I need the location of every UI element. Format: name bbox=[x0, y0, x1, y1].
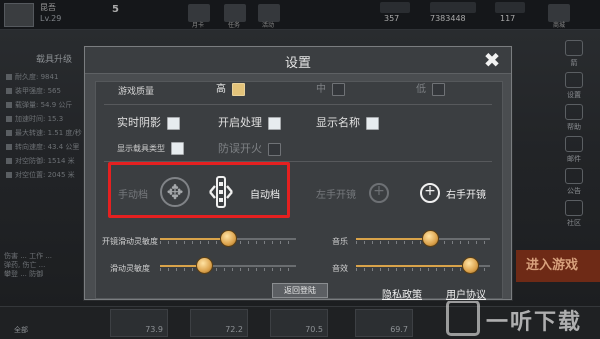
right-menu-mail[interactable]: 邮件 bbox=[554, 136, 594, 164]
stat-turn-speed: 转向速度: 43.4 公里 bbox=[6, 142, 79, 152]
task-label: 任务 bbox=[228, 22, 241, 29]
upgrade-panel-title: 载具升级 bbox=[36, 55, 73, 65]
tank-slot[interactable]: 70.5 bbox=[270, 309, 328, 337]
left-scope-icon[interactable] bbox=[369, 183, 389, 203]
scope-sensitivity-slider[interactable] bbox=[160, 230, 296, 247]
quality-high-option[interactable]: 高 bbox=[216, 80, 245, 96]
stat-armor: 装甲强度: 565 bbox=[6, 86, 61, 96]
left-info-line: 伤害 ... 工作 ... bbox=[4, 252, 53, 260]
user-agreement-link[interactable]: 用户协议 bbox=[446, 286, 486, 301]
slider-knob[interactable] bbox=[195, 257, 213, 274]
player-avatar[interactable] bbox=[4, 3, 34, 27]
slider-knob[interactable] bbox=[461, 257, 479, 274]
music-label: 音乐 bbox=[332, 237, 348, 246]
tank-slot[interactable]: 73.9 bbox=[110, 309, 168, 337]
quality-medium-checkbox[interactable] bbox=[332, 82, 345, 96]
post-processing-checkbox[interactable] bbox=[268, 116, 281, 130]
currency-2-value: 7383448 bbox=[430, 14, 466, 23]
stat-durability: 耐久度: 9841 bbox=[6, 72, 58, 82]
sfx-slider[interactable] bbox=[356, 257, 490, 274]
enter-game-button[interactable]: 进入游戏 bbox=[516, 250, 600, 282]
right-menu-notice[interactable]: 公告 bbox=[554, 168, 594, 196]
post-processing-option[interactable]: 开启处理 bbox=[218, 114, 281, 130]
left-info-line: 弹药, 伤亡 ... bbox=[4, 261, 46, 269]
divider bbox=[104, 104, 492, 105]
help-icon bbox=[565, 104, 583, 120]
currency-3-icon bbox=[495, 2, 525, 13]
mail-icon bbox=[565, 136, 583, 152]
right-scope-icon[interactable] bbox=[420, 183, 440, 203]
left-info: 伤害 ... 工作 ... 弹药, 伤亡 ... 攀登 ... 防御 bbox=[4, 252, 84, 279]
sfx-label: 音效 bbox=[332, 264, 348, 273]
privacy-policy-link[interactable]: 隐私政策 bbox=[382, 286, 422, 301]
notice-icon bbox=[565, 168, 583, 184]
stat-ammo: 载弹量: 54.9 公斤 bbox=[6, 100, 72, 110]
quality-low-checkbox[interactable] bbox=[432, 82, 445, 96]
quality-label: 游戏质量 bbox=[118, 87, 155, 97]
left-scope-label[interactable]: 左手开镜 bbox=[316, 186, 356, 201]
right-menu-item[interactable]: 箭 bbox=[554, 40, 594, 68]
music-slider[interactable] bbox=[356, 230, 490, 247]
right-scope-label[interactable]: 右手开镜 bbox=[446, 186, 486, 201]
realtime-shadow-option[interactable]: 实时阴影 bbox=[117, 114, 180, 130]
tank-slot[interactable]: 69.7 bbox=[355, 309, 413, 337]
tank-slot[interactable]: 72.2 bbox=[190, 309, 248, 337]
close-icon[interactable]: ✖ bbox=[481, 49, 503, 71]
currency-3-value: 117 bbox=[500, 14, 516, 23]
scope-sensitivity-label: 开镜滑动灵敏度 bbox=[102, 237, 158, 246]
watermark-text: 一听下载 bbox=[486, 310, 583, 335]
player-level: Lv.29 bbox=[40, 14, 62, 23]
show-vehicle-type-option[interactable]: 显示载具类型 bbox=[117, 142, 184, 155]
gear-icon bbox=[565, 72, 583, 88]
dialog-header: 设置 ✖ bbox=[85, 47, 511, 74]
anti-misfire-checkbox[interactable] bbox=[268, 142, 281, 156]
currency-1-value: 357 bbox=[384, 14, 400, 23]
slider-knob[interactable] bbox=[421, 230, 439, 247]
watermark-logo-icon bbox=[446, 300, 480, 336]
right-menu-community[interactable]: 社区 bbox=[554, 200, 594, 228]
show-names-checkbox[interactable] bbox=[366, 116, 379, 130]
realtime-shadow-checkbox[interactable] bbox=[167, 116, 180, 130]
anti-misfire-option[interactable]: 防误开火 bbox=[218, 140, 281, 156]
player-name: 昆吾 bbox=[40, 3, 56, 12]
monthly-card-label: 月卡 bbox=[192, 22, 205, 29]
rank-value: 5 bbox=[112, 4, 119, 15]
event-label: 活动 bbox=[262, 22, 275, 29]
highlight-box bbox=[108, 162, 290, 218]
stat-aa-position: 对空位置: 2045 米 bbox=[6, 170, 75, 180]
show-names-option[interactable]: 显示名称 bbox=[316, 114, 379, 130]
slider-knob[interactable] bbox=[220, 230, 237, 247]
quality-medium-option[interactable]: 中 bbox=[316, 80, 345, 96]
currency-1-icon bbox=[380, 2, 410, 13]
quality-high-checkbox[interactable] bbox=[232, 82, 245, 96]
stat-aa-defense: 对空防御: 1514 米 bbox=[6, 156, 75, 166]
right-menu-settings[interactable]: 设置 bbox=[554, 72, 594, 100]
all-tanks-button[interactable]: 全部 bbox=[4, 309, 38, 337]
right-menu-help[interactable]: 帮助 bbox=[554, 104, 594, 132]
slide-sensitivity-slider[interactable] bbox=[160, 257, 296, 274]
currency-2-icon bbox=[430, 2, 476, 13]
community-icon bbox=[565, 200, 583, 216]
dialog-title: 设置 bbox=[284, 56, 311, 71]
slide-sensitivity-label: 滑动灵敏度 bbox=[110, 264, 150, 273]
quality-low-option[interactable]: 低 bbox=[416, 80, 445, 96]
stat-turn-rate: 最大转速: 1.51 度/秒 bbox=[6, 128, 82, 138]
arrow-icon bbox=[565, 40, 583, 56]
left-info-line: 攀登 ... 防御 bbox=[4, 270, 44, 278]
top-bar: 昆吾 Lv.29 5 月卡 任务 活动 357 7383448 117 商城 bbox=[0, 0, 600, 30]
back-to-login-button[interactable]: 返回登陆 bbox=[272, 283, 328, 298]
show-vehicle-type-checkbox[interactable] bbox=[171, 142, 184, 155]
shop-label: 商城 bbox=[553, 22, 566, 29]
stat-acceleration: 加速时间: 15.3 bbox=[6, 114, 63, 124]
